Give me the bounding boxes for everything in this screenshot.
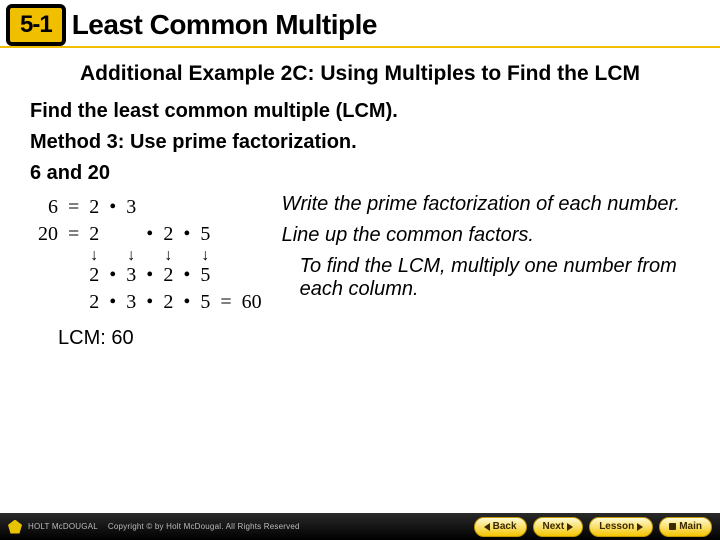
publisher-name: HOLT McDOUGAL [28, 522, 98, 531]
triangle-right-icon [637, 523, 643, 531]
table-row: 6 = 2 • 3 [32, 195, 266, 220]
cell: • [105, 290, 120, 315]
result-cell: 60 [238, 290, 266, 315]
slide-title: Least Common Multiple [72, 9, 377, 41]
cell: • [179, 263, 194, 288]
table-row: 2 • 3 • 2 • 5 = 60 [32, 290, 266, 315]
table-row: 2 • 3 • 2 • 5 [32, 263, 266, 288]
slide-header: 5-1 Least Common Multiple [0, 0, 720, 48]
cell: • [142, 263, 157, 288]
down-arrow-icon: ↓ [85, 249, 103, 261]
explain-line-2: Line up the common factors. [282, 224, 690, 247]
triangle-right-icon [567, 523, 573, 531]
example-heading: Additional Example 2C: Using Multiples t… [30, 62, 690, 86]
publisher-logo-icon [8, 520, 22, 534]
cell: 5 [196, 263, 214, 288]
cell: 6 [32, 195, 62, 220]
cell: 20 [32, 222, 62, 247]
cell: 2 [159, 222, 177, 247]
footer-bar: HOLT McDOUGAL Copyright © by Holt McDoug… [0, 513, 720, 540]
arrow-row: ↓ ↓ ↓ ↓ [32, 249, 266, 261]
nav-label: Lesson [599, 521, 634, 532]
cell: 2 [159, 263, 177, 288]
cell [32, 290, 62, 315]
table-row: 20 = 2 • 2 • 5 [32, 222, 266, 247]
cell [64, 290, 83, 315]
cell: 5 [196, 290, 214, 315]
cell [32, 263, 62, 288]
cell: • [142, 290, 157, 315]
next-button[interactable]: Next [533, 517, 584, 537]
cell: 5 [196, 222, 214, 247]
square-icon [669, 523, 676, 530]
down-arrow-icon: ↓ [159, 249, 177, 261]
down-arrow-icon: ↓ [122, 249, 140, 261]
copyright-text: Copyright © by Holt McDougal. All Rights… [108, 522, 300, 531]
cell: 2 [85, 222, 103, 247]
explanation-column: Write the prime factorization of each nu… [282, 193, 690, 309]
cell [122, 222, 140, 247]
slide-content: Additional Example 2C: Using Multiples t… [0, 48, 720, 350]
cell: 3 [122, 195, 140, 220]
cell: 2 [85, 290, 103, 315]
factorization-table: 6 = 2 • 3 20 = 2 • [30, 193, 268, 317]
nav-label: Back [493, 521, 517, 532]
method-text: Method 3: Use prime factorization. [30, 131, 690, 154]
nav-label: Main [679, 521, 702, 532]
work-area: 6 = 2 • 3 20 = 2 • [30, 193, 690, 317]
lesson-button[interactable]: Lesson [589, 517, 653, 537]
cell: 3 [122, 263, 140, 288]
cell [64, 263, 83, 288]
cell: • [105, 263, 120, 288]
explain-line-1: Write the prime factorization of each nu… [282, 193, 690, 216]
footer-nav: Back Next Lesson Main [474, 517, 712, 537]
cell: = [64, 222, 83, 247]
cell: • [142, 222, 157, 247]
cell: = [216, 290, 235, 315]
cell: 3 [122, 290, 140, 315]
cell: • [179, 222, 194, 247]
down-arrow-icon: ↓ [196, 249, 214, 261]
triangle-left-icon [484, 523, 490, 531]
main-button[interactable]: Main [659, 517, 712, 537]
cell [159, 195, 177, 220]
cell [196, 195, 214, 220]
cell [179, 195, 194, 220]
cell: 2 [159, 290, 177, 315]
explain-line-3: To find the LCM, multiply one number fro… [300, 255, 690, 301]
brand-area: HOLT McDOUGAL Copyright © by Holt McDoug… [8, 520, 300, 534]
instruction-text: Find the least common multiple (LCM). [30, 100, 690, 123]
cell: = [64, 195, 83, 220]
back-button[interactable]: Back [474, 517, 527, 537]
cell [142, 195, 157, 220]
number-pair: 6 and 20 [30, 162, 690, 185]
cell: • [105, 195, 120, 220]
slide: 5-1 Least Common Multiple Additional Exa… [0, 0, 720, 540]
lcm-result: LCM: 60 [58, 327, 690, 350]
cell: 2 [85, 263, 103, 288]
nav-label: Next [543, 521, 565, 532]
cell [105, 222, 120, 247]
cell: • [179, 290, 194, 315]
section-badge: 5-1 [6, 4, 66, 46]
cell: 2 [85, 195, 103, 220]
